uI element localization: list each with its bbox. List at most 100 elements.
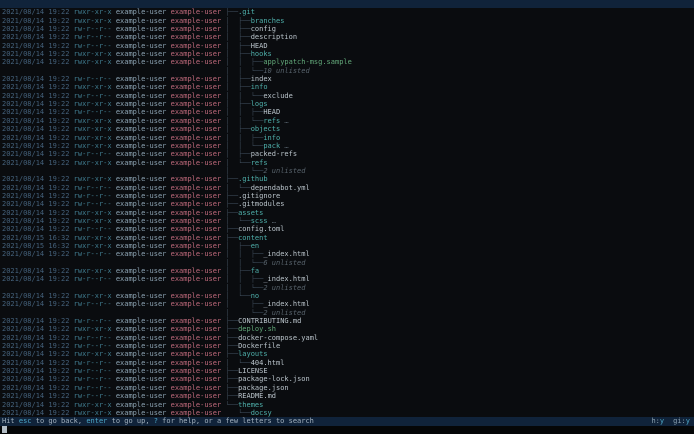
- root-path-bar[interactable]: /home/example-user/docsy-example: [0, 0, 694, 9]
- entry-perms: rwxr-xr-x: [73, 141, 116, 150]
- entry-perms: rwxr-xr-x: [73, 8, 116, 17]
- tree-branch: │ └──: [225, 166, 264, 175]
- entry-owner: example-user: [115, 83, 171, 92]
- tree-row[interactable]: 2021/08/14 19:22 rwxr-xr-x example-user …: [0, 142, 694, 150]
- tree-row[interactable]: │ └──2 unlisted: [0, 167, 694, 175]
- entry-name: objects: [250, 125, 281, 134]
- entry-name: docker-compose.yaml: [238, 333, 319, 342]
- tree-row[interactable]: 2021/08/14 19:22 rwxr-xr-x example-user …: [0, 401, 694, 409]
- command-input[interactable]: [0, 425, 694, 434]
- tree-branch: │ │ └──: [225, 116, 264, 125]
- tree-row[interactable]: 2021/08/14 19:22 rw-r--r-- example-user …: [0, 225, 694, 233]
- tree-branch: │ ├──: [225, 33, 251, 42]
- tree-row[interactable]: 2021/08/14 19:22 rw-r--r-- example-user …: [0, 42, 694, 50]
- tree-row[interactable]: 2021/08/14 19:22 rw-r--r-- example-user …: [0, 300, 694, 308]
- tree-row[interactable]: 2021/08/14 19:22 rwxr-xr-x example-user …: [0, 325, 694, 333]
- entry-date: 2021/08/14 19:22: [2, 333, 74, 342]
- tree-row[interactable]: 2021/08/14 19:22 rw-r--r-- example-user …: [0, 342, 694, 350]
- tree-row[interactable]: 2021/08/14 19:22 rw-r--r-- example-user …: [0, 334, 694, 342]
- tree-row[interactable]: 2021/08/14 19:22 rwxr-xr-x example-user …: [0, 134, 694, 142]
- tree-row[interactable]: 2021/08/14 19:22 rwxr-xr-x example-user …: [0, 175, 694, 183]
- tree-row[interactable]: │ │ └──2 unlisted: [0, 284, 694, 292]
- tree-row[interactable]: 2021/08/15 16:32 rwxr-xr-x example-user …: [0, 234, 694, 242]
- tree-row[interactable]: 2021/08/14 19:22 rwxr-xr-x example-user …: [0, 409, 694, 417]
- entry-date: 2021/08/14 19:22: [2, 300, 74, 309]
- entry-name: 2 unlisted: [263, 283, 306, 292]
- tree-row[interactable]: 2021/08/14 19:22 rw-r--r-- example-user …: [0, 317, 694, 325]
- entry-owner: example-user: [115, 400, 171, 409]
- tree-row[interactable]: 2021/08/14 19:22 rwxr-xr-x example-user …: [0, 209, 694, 217]
- tree-row[interactable]: 2021/08/14 19:22 rwxr-xr-x example-user …: [0, 217, 694, 225]
- entry-group: example-user: [170, 125, 226, 134]
- entry-perms: rw-r--r--: [73, 392, 116, 401]
- tree-row[interactable]: 2021/08/14 19:22 rw-r--r-- example-user …: [0, 108, 694, 116]
- tree-row[interactable]: 2021/08/14 19:22 rwxr-xr-x example-user …: [0, 17, 694, 25]
- entry-group: example-user: [170, 91, 226, 100]
- entry-perms: [74, 259, 116, 267]
- entry-name: pack: [263, 141, 281, 150]
- tree-branch: │ ├──: [225, 125, 251, 134]
- entry-name: applypatch-msg.sample: [263, 58, 352, 67]
- entry-owner: example-user: [115, 150, 171, 159]
- tree-row[interactable]: 2021/08/14 19:22 rw-r--r-- example-user …: [0, 200, 694, 208]
- tree-row[interactable]: 2021/08/15 16:32 rwxr-xr-x example-user …: [0, 242, 694, 250]
- tree-row[interactable]: 2021/08/14 19:22 rwxr-xr-x example-user …: [0, 100, 694, 108]
- tree-row[interactable]: 2021/08/14 19:22 rwxr-xr-x example-user …: [0, 58, 694, 66]
- tree-row[interactable]: 2021/08/14 19:22 rw-r--r-- example-user …: [0, 367, 694, 375]
- gitignore-flag: gi:y: [673, 417, 690, 425]
- tree-row[interactable]: 2021/08/14 19:22 rwxr-xr-x example-user …: [0, 8, 694, 16]
- tree-row[interactable]: 2021/08/14 19:22 rwxr-xr-x example-user …: [0, 83, 694, 91]
- tree-row[interactable]: 2021/08/14 19:22 rw-r--r-- example-user …: [0, 375, 694, 383]
- tree-row[interactable]: │ │ └──10 unlisted: [0, 67, 694, 75]
- entry-name: description: [250, 33, 298, 42]
- entry-perms: rwxr-xr-x: [73, 216, 116, 225]
- tree-row[interactable]: 2021/08/14 19:22 rw-r--r-- example-user …: [0, 33, 694, 41]
- entry-group: [171, 167, 226, 175]
- tree-row[interactable]: 2021/08/14 19:22 rw-r--r-- example-user …: [0, 92, 694, 100]
- tree-branch: │ │ └──: [225, 91, 264, 100]
- entry-owner: example-user: [115, 350, 171, 359]
- tree-row[interactable]: 2021/08/14 19:22 rw-r--r-- example-user …: [0, 250, 694, 258]
- tree-row[interactable]: 2021/08/14 19:22 rwxr-xr-x example-user …: [0, 292, 694, 300]
- tree-row[interactable]: 2021/08/14 19:22 rwxr-xr-x example-user …: [0, 159, 694, 167]
- entry-owner: example-user: [115, 225, 171, 234]
- entry-date: 2021/08/14 19:22: [2, 83, 74, 92]
- tree-row[interactable]: 2021/08/14 19:22 rw-r--r-- example-user …: [0, 384, 694, 392]
- entry-date: 2021/08/14 19:22: [2, 367, 74, 376]
- entry-perms: rwxr-xr-x: [73, 350, 116, 359]
- tree-branch: └──: [225, 408, 251, 417]
- tree-row[interactable]: 2021/08/14 19:22 rw-r--r-- example-user …: [0, 359, 694, 367]
- tree-branch: ├──: [225, 8, 239, 17]
- tree-row[interactable]: 2021/08/14 19:22 rw-r--r-- example-user …: [0, 192, 694, 200]
- tree-row[interactable]: │ │ └──6 unlisted: [0, 259, 694, 267]
- tree-row[interactable]: 2021/08/14 19:22 rwxr-xr-x example-user …: [0, 267, 694, 275]
- tree-row[interactable]: 2021/08/14 19:22 rw-r--r-- example-user …: [0, 25, 694, 33]
- tree-row[interactable]: 2021/08/14 19:22 rwxr-xr-x example-user …: [0, 350, 694, 358]
- entry-owner: example-user: [115, 8, 171, 17]
- entry-group: example-user: [170, 400, 226, 409]
- flag-label: gi:: [673, 417, 686, 426]
- tree-row[interactable]: │ └──2 unlisted: [0, 309, 694, 317]
- entry-perms: rwxr-xr-x: [73, 408, 116, 417]
- entry-owner: example-user: [115, 383, 171, 392]
- entry-owner: example-user: [115, 200, 171, 209]
- tree-branch: │ ├──: [225, 150, 251, 159]
- tree-branch: │ ├──: [225, 83, 251, 92]
- hint-text: to go back,: [31, 417, 87, 426]
- tree-row[interactable]: 2021/08/14 19:22 rwxr-xr-x example-user …: [0, 125, 694, 133]
- hidden-flag: h:y: [651, 417, 664, 425]
- tree-row[interactable]: 2021/08/14 19:22 rw-r--r-- example-user …: [0, 275, 694, 283]
- entry-date: 2021/08/14 19:22: [2, 208, 74, 217]
- tree-row[interactable]: 2021/08/14 19:22 rw-r--r-- example-user …: [0, 184, 694, 192]
- entry-date: 2021/08/14 19:22: [2, 150, 74, 159]
- tree-row[interactable]: 2021/08/14 19:22 rw-r--r-- example-user …: [0, 150, 694, 158]
- tree-branch: │ └──: [225, 358, 251, 367]
- entry-date: 2021/08/14 19:22: [2, 8, 74, 17]
- tree-row[interactable]: 2021/08/14 19:22 rwxr-xr-x example-user …: [0, 117, 694, 125]
- entry-owner: example-user: [115, 108, 171, 117]
- entry-owner: example-user: [115, 408, 171, 417]
- entry-name: layouts: [238, 350, 268, 359]
- tree-row[interactable]: 2021/08/14 19:22 rwxr-xr-x example-user …: [0, 50, 694, 58]
- tree-row[interactable]: 2021/08/14 19:22 rw-r--r-- example-user …: [0, 75, 694, 83]
- tree-row[interactable]: 2021/08/14 19:22 rw-r--r-- example-user …: [0, 392, 694, 400]
